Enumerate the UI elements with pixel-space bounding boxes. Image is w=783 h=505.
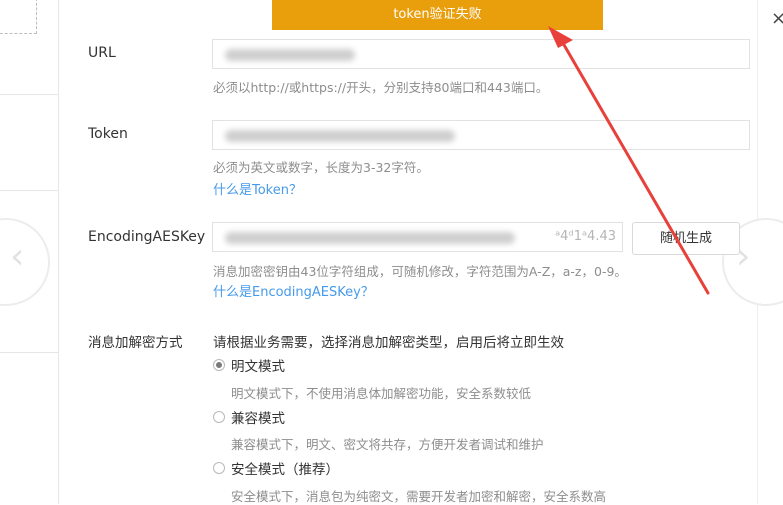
secure-mode-desc: 安全模式下，消息包为纯密文，需要开发者加密和解密，安全系数高 [231, 489, 607, 504]
radio-plaintext-mode[interactable]: 明文模式 [213, 356, 285, 375]
token-hint: 必须为英文或数字，长度为3-32字符。 [213, 160, 429, 175]
url-input[interactable] [212, 39, 750, 69]
redacted-value [225, 49, 355, 61]
url-hint: 必须以http://或https://开头，分别支持80端口和443端口。 [213, 80, 549, 95]
close-icon[interactable]: × [771, 10, 783, 28]
encryption-mode-label: 消息加解密方式 [88, 335, 183, 351]
dashed-placeholder [0, 0, 37, 34]
aes-key-input[interactable]: ᵃ4ᵈ1ᵃ4.43 [212, 222, 623, 252]
compatible-mode-desc: 兼容模式下，明文、密文将共存，方便开发者调试和维护 [231, 437, 544, 452]
radio-button[interactable] [213, 411, 225, 423]
redacted-value [225, 232, 515, 244]
chevron-left-icon: ‹ [10, 236, 25, 277]
radio-button[interactable] [213, 462, 225, 474]
what-is-token-link[interactable]: 什么是Token？ [213, 179, 302, 198]
token-label: Token [88, 126, 128, 142]
divider [0, 190, 58, 191]
radio-label: 明文模式 [231, 359, 285, 375]
encryption-intro: 请根据业务需要，选择消息加解密类型，启用后将立即生效 [213, 335, 564, 351]
radio-secure-mode[interactable]: 安全模式（推荐） [213, 459, 339, 478]
aes-key-visible-suffix: ᵃ4ᵈ1ᵃ4.43 [555, 229, 616, 244]
token-input[interactable] [212, 120, 750, 150]
generate-random-button[interactable]: 随机生成 [632, 222, 740, 255]
aes-key-label: EncodingAESKey [88, 229, 206, 245]
divider [0, 352, 58, 353]
radio-label: 安全模式（推荐） [231, 462, 339, 478]
divider [0, 94, 58, 95]
error-toast: token验证失败 [272, 0, 603, 30]
url-label: URL [88, 45, 116, 61]
plaintext-mode-desc: 明文模式下，不使用消息体加解密功能，安全系数较低 [231, 386, 532, 401]
radio-button[interactable] [213, 359, 225, 371]
radio-compatible-mode[interactable]: 兼容模式 [213, 408, 285, 427]
aes-key-hint: 消息加密密钥由43位字符组成，可随机修改，字符范围为A-Z，a-z，0-9。 [213, 264, 627, 279]
radio-label: 兼容模式 [231, 411, 285, 427]
what-is-aes-key-link[interactable]: 什么是EncodingAESKey？ [213, 281, 374, 300]
redacted-value [225, 130, 455, 142]
